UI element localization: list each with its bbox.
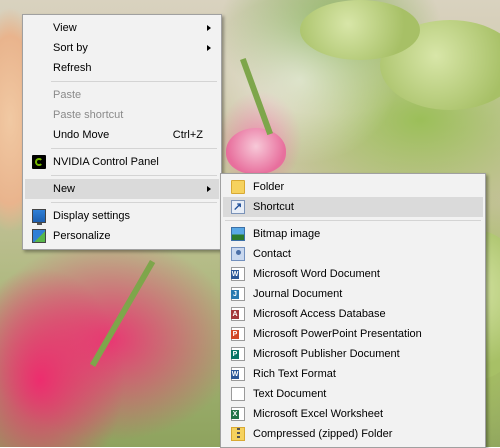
submenu-item-publisher-document[interactable]: P Microsoft Publisher Document [223, 344, 483, 364]
submenu-item-text-document[interactable]: Text Document [223, 384, 483, 404]
new-submenu: Folder Shortcut Bitmap image Contact W M… [220, 173, 486, 448]
publisher-icon: P [231, 347, 245, 361]
personalize-icon [32, 229, 46, 243]
submenu-item-folder[interactable]: Folder [223, 177, 483, 197]
shortcut-icon [231, 197, 245, 217]
menu-item-label: New [53, 183, 76, 195]
wallpaper-stem [90, 260, 156, 367]
contact-icon [231, 247, 245, 261]
bitmap-image-icon [231, 227, 245, 241]
menu-item-label: Text Document [253, 388, 327, 400]
menu-item-refresh[interactable]: Refresh [25, 58, 219, 78]
submenu-item-journal-document[interactable]: J Journal Document [223, 284, 483, 304]
menu-item-display-settings[interactable]: Display settings [25, 206, 219, 226]
submenu-item-word-document[interactable]: W Microsoft Word Document [223, 264, 483, 284]
wallpaper-stem [240, 57, 273, 136]
submenu-arrow-icon [207, 186, 211, 192]
menu-item-label: Journal Document [253, 288, 343, 300]
journal-document-icon: J [231, 287, 245, 301]
menu-item-new[interactable]: New [25, 179, 219, 199]
submenu-item-compressed-folder[interactable]: Compressed (zipped) Folder [223, 424, 483, 444]
submenu-item-access-database[interactable]: A Microsoft Access Database [223, 304, 483, 324]
menu-item-personalize[interactable]: Personalize [25, 226, 219, 246]
menu-item-label: Paste shortcut [53, 109, 124, 121]
menu-item-sort-by[interactable]: Sort by [25, 38, 219, 58]
menu-item-paste: Paste [25, 85, 219, 105]
submenu-item-rich-text-format[interactable]: W Rich Text Format [223, 364, 483, 384]
excel-icon: X [231, 407, 245, 421]
menu-item-nvidia-control-panel[interactable]: NVIDIA Control Panel [25, 152, 219, 172]
menu-item-label: Shortcut [253, 201, 294, 213]
submenu-item-bitmap-image[interactable]: Bitmap image [223, 224, 483, 244]
submenu-arrow-icon [207, 45, 211, 51]
powerpoint-icon: P [231, 327, 245, 341]
submenu-item-contact[interactable]: Contact [223, 244, 483, 264]
menu-item-label: Personalize [53, 230, 111, 242]
menu-separator [225, 220, 481, 221]
desktop-context-menu: View Sort by Refresh Paste Paste shortcu… [22, 14, 222, 250]
word-document-icon: W [231, 267, 245, 281]
menu-item-label: Microsoft Excel Worksheet [253, 408, 384, 420]
menu-item-label: Undo Move [53, 129, 110, 141]
menu-item-label: Microsoft Word Document [253, 268, 380, 280]
menu-item-label: Rich Text Format [253, 368, 336, 380]
submenu-item-powerpoint-presentation[interactable]: P Microsoft PowerPoint Presentation [223, 324, 483, 344]
zip-folder-icon [231, 427, 245, 441]
rich-text-icon: W [231, 367, 245, 381]
menu-item-label: Compressed (zipped) Folder [253, 428, 393, 440]
menu-item-label: Microsoft PowerPoint Presentation [253, 328, 422, 340]
access-database-icon: A [231, 307, 245, 321]
text-document-icon [231, 387, 245, 401]
menu-item-label: Contact [253, 248, 291, 260]
menu-item-label: Refresh [53, 62, 92, 74]
menu-item-label: Microsoft Access Database [253, 308, 386, 320]
wallpaper-leaf [300, 0, 420, 60]
menu-item-label: View [53, 22, 77, 34]
submenu-item-excel-worksheet[interactable]: X Microsoft Excel Worksheet [223, 404, 483, 424]
menu-separator [51, 148, 217, 149]
folder-icon [231, 180, 245, 194]
menu-item-label: Display settings [53, 210, 131, 222]
menu-item-view[interactable]: View [25, 18, 219, 38]
menu-separator [51, 202, 217, 203]
submenu-arrow-icon [207, 25, 211, 31]
wallpaper-lotus [226, 128, 286, 174]
nvidia-icon [32, 155, 46, 169]
submenu-item-shortcut[interactable]: Shortcut [223, 197, 483, 217]
menu-item-paste-shortcut: Paste shortcut [25, 105, 219, 125]
menu-item-label: NVIDIA Control Panel [53, 156, 159, 168]
menu-separator [51, 175, 217, 176]
menu-item-label: Paste [53, 89, 82, 101]
menu-item-label: Bitmap image [253, 228, 321, 240]
menu-item-label: Microsoft Publisher Document [253, 348, 400, 360]
menu-item-label: Folder [253, 181, 285, 193]
menu-item-label: Sort by [53, 42, 88, 54]
shortcut-text: Ctrl+Z [172, 129, 203, 141]
menu-separator [51, 81, 217, 82]
display-settings-icon [32, 209, 46, 225]
menu-item-undo-move[interactable]: Undo Move Ctrl+Z [25, 125, 219, 145]
